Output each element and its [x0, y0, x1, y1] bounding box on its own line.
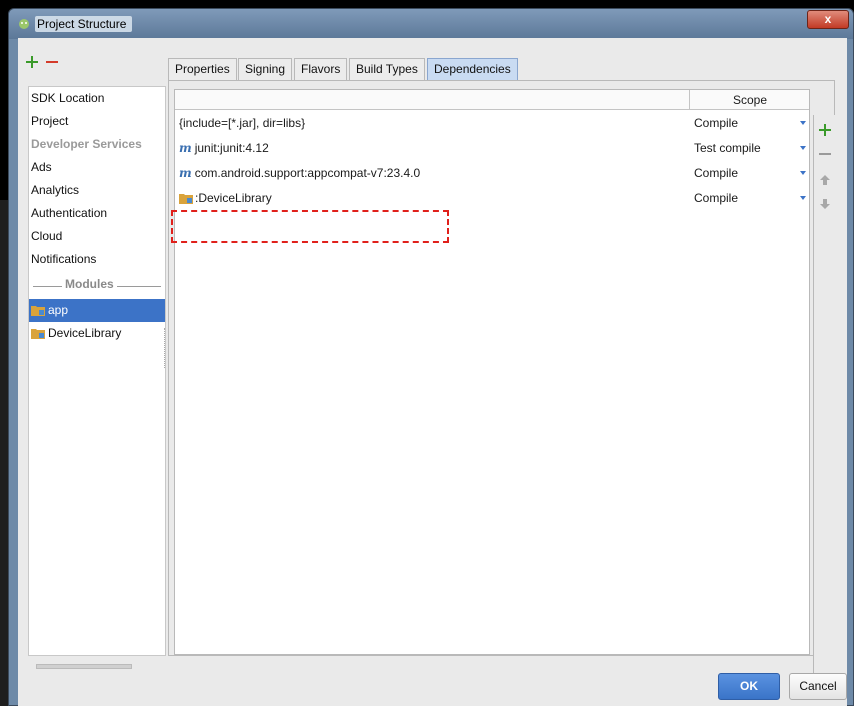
tab-build-types[interactable]: Build Types — [349, 58, 425, 80]
tab-dependencies[interactable]: Dependencies — [427, 58, 518, 80]
close-button[interactable]: x — [807, 10, 849, 29]
left-toolbar — [18, 38, 165, 88]
sidebar-item-ads[interactable]: Ads — [29, 156, 165, 179]
dependency-toolbar — [813, 115, 835, 691]
module-label: app — [48, 303, 69, 317]
project-structure-dialog: Project Structure x SDK Location Project… — [8, 8, 854, 706]
scope-value[interactable]: Test compile — [694, 136, 761, 161]
ok-button[interactable]: OK — [718, 673, 780, 700]
module-label: DeviceLibrary — [48, 326, 122, 340]
sidebar-item-sdk-location[interactable]: SDK Location — [29, 87, 165, 110]
scope-value[interactable]: Compile — [694, 111, 738, 136]
module-folder-icon — [31, 329, 45, 339]
move-up-icon[interactable] — [818, 173, 832, 187]
dropdown-arrow-icon[interactable] — [800, 121, 806, 125]
maven-icon: m — [179, 141, 192, 155]
horizontal-scrollbar[interactable] — [36, 664, 132, 669]
modules-heading: Modules — [62, 277, 117, 291]
sidebar-header-developer-services: Developer Services — [31, 137, 142, 151]
dependencies-panel: Scope {include=[*.jar], dir=libs} Compil… — [168, 80, 835, 691]
scope-value[interactable]: Compile — [694, 186, 738, 211]
dialog-body: SDK Location Project Developer Services … — [18, 38, 847, 706]
dependency-cell: :DeviceLibrary — [179, 186, 272, 211]
remove-dependency-icon[interactable] — [818, 147, 832, 161]
panel-splitter[interactable] — [164, 328, 167, 368]
dropdown-arrow-icon[interactable] — [800, 146, 806, 150]
dependencies-table: Scope {include=[*.jar], dir=libs} Compil… — [174, 89, 810, 655]
settings-list: SDK Location Project Developer Services … — [28, 86, 166, 656]
window-title: Project Structure — [35, 16, 133, 32]
table-row[interactable]: m com.android.support:appcompat-v7:23.4.0… — [175, 161, 809, 186]
add-dependency-icon[interactable] — [818, 123, 832, 137]
sidebar-item-cloud[interactable]: Cloud — [29, 225, 165, 248]
add-module-icon[interactable] — [26, 56, 38, 68]
dropdown-arrow-icon[interactable] — [800, 196, 806, 200]
module-folder-icon — [179, 194, 193, 204]
table-row[interactable]: :DeviceLibrary Compile — [175, 186, 809, 211]
tab-signing[interactable]: Signing — [238, 58, 293, 80]
scope-value[interactable]: Compile — [694, 161, 738, 186]
module-item-app[interactable]: app — [29, 299, 165, 322]
table-row[interactable]: {include=[*.jar], dir=libs} Compile — [175, 111, 809, 136]
highlight-annotation — [171, 210, 449, 243]
remove-module-icon[interactable] — [46, 56, 58, 68]
module-item-devicelibrary[interactable]: DeviceLibrary — [29, 322, 165, 345]
table-row[interactable]: m junit:junit:4.12 Test compile — [175, 136, 809, 161]
dependency-name: :DeviceLibrary — [195, 191, 272, 205]
dependency-name: com.android.support:appcompat-v7:23.4.0 — [194, 166, 421, 180]
title-bar[interactable]: Project Structure x — [9, 9, 853, 39]
move-down-icon[interactable] — [818, 197, 832, 211]
sidebar-item-authentication[interactable]: Authentication — [29, 202, 165, 225]
dependency-cell: m com.android.support:appcompat-v7:23.4.0 — [179, 161, 420, 186]
dropdown-arrow-icon[interactable] — [800, 171, 806, 175]
sidebar-item-project[interactable]: Project — [29, 110, 165, 133]
sidebar-item-notifications[interactable]: Notifications — [29, 248, 165, 271]
dependency-name: junit:junit:4.12 — [194, 141, 269, 155]
scope-column-header[interactable]: Scope — [689, 90, 810, 110]
dependency-name: {include=[*.jar], dir=libs} — [179, 116, 306, 130]
sidebar-item-analytics[interactable]: Analytics — [29, 179, 165, 202]
background-edge — [0, 200, 8, 706]
tab-flavors[interactable]: Flavors — [294, 58, 348, 80]
left-scroll-area — [28, 656, 166, 706]
android-studio-icon — [19, 19, 29, 29]
maven-icon: m — [179, 166, 192, 180]
tab-properties[interactable]: Properties — [168, 58, 237, 80]
table-header: Scope — [175, 90, 809, 110]
cancel-button[interactable]: Cancel — [789, 673, 847, 700]
dependency-cell: m junit:junit:4.12 — [179, 136, 269, 161]
module-folder-icon — [31, 306, 45, 316]
